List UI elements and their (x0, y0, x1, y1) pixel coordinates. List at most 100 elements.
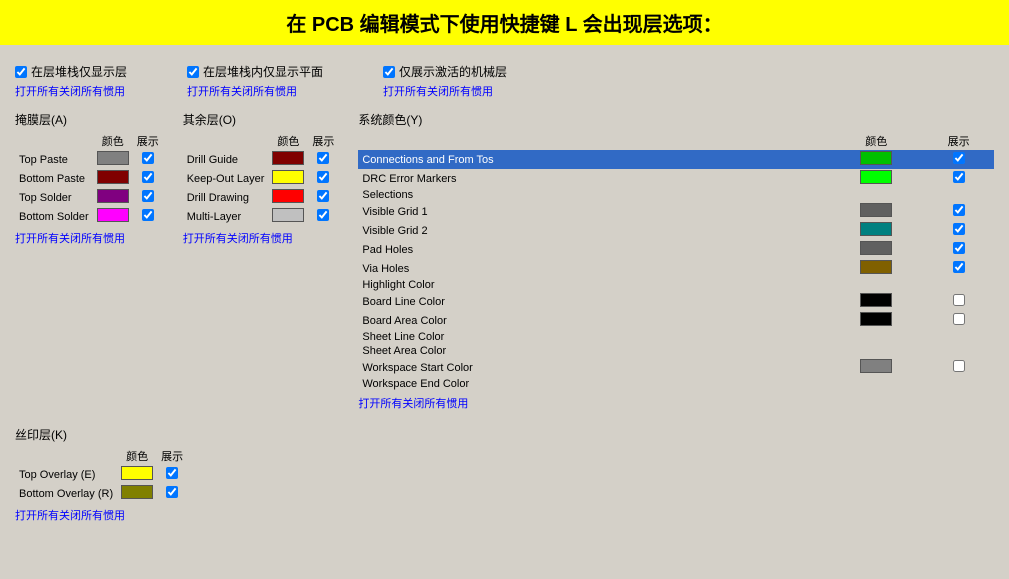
show-checkbox[interactable] (142, 190, 154, 202)
show-checkbox[interactable] (953, 152, 965, 164)
color-cell[interactable] (829, 377, 923, 391)
color-swatch[interactable] (860, 293, 892, 307)
color-cell[interactable] (117, 465, 157, 484)
color-cell[interactable] (268, 207, 308, 226)
table-row[interactable]: Keep-Out Layer (183, 169, 339, 188)
table-row[interactable]: Highlight Color (358, 278, 994, 292)
color-swatch[interactable] (121, 485, 153, 499)
show-checkbox[interactable] (953, 261, 965, 273)
color-swatch[interactable] (860, 359, 892, 373)
color-swatch[interactable] (860, 312, 892, 326)
color-cell[interactable] (268, 188, 308, 207)
show-checkbox-cell[interactable] (308, 150, 338, 169)
show-checkbox-cell[interactable] (923, 259, 994, 278)
show-checkbox-cell[interactable] (923, 202, 994, 221)
color-cell[interactable] (829, 330, 923, 344)
table-row[interactable]: Top Overlay (E) (15, 465, 187, 484)
color-swatch[interactable] (272, 151, 304, 165)
option2-link[interactable]: 打开所有关闭所有惯用 (187, 83, 323, 99)
system-link[interactable]: 打开所有关闭所有惯用 (358, 398, 468, 410)
show-checkbox[interactable] (953, 294, 965, 306)
show-checkbox[interactable] (953, 242, 965, 254)
table-row[interactable]: Bottom Overlay (R) (15, 484, 187, 503)
show-checkbox-cell[interactable] (923, 188, 994, 202)
table-row[interactable]: Board Line Color (358, 292, 994, 311)
color-swatch[interactable] (272, 208, 304, 222)
show-checkbox[interactable] (317, 190, 329, 202)
show-checkbox-cell[interactable] (923, 150, 994, 169)
table-row[interactable]: Sheet Line Color (358, 330, 994, 344)
color-swatch[interactable] (97, 208, 129, 222)
show-checkbox[interactable] (953, 360, 965, 372)
show-checkbox-cell[interactable] (923, 377, 994, 391)
table-row[interactable]: Board Area Color (358, 311, 994, 330)
show-checkbox-cell[interactable] (157, 484, 187, 503)
table-row[interactable]: Bottom Paste (15, 169, 163, 188)
color-swatch[interactable] (860, 222, 892, 236)
show-checkbox-cell[interactable] (923, 221, 994, 240)
option2-checkbox[interactable] (187, 66, 199, 78)
table-row[interactable]: Visible Grid 1 (358, 202, 994, 221)
show-checkbox[interactable] (953, 204, 965, 216)
color-cell[interactable] (268, 169, 308, 188)
table-row[interactable]: Workspace Start Color (358, 358, 994, 377)
color-swatch[interactable] (860, 241, 892, 255)
other-link[interactable]: 打开所有关闭所有惯用 (183, 233, 293, 245)
show-checkbox-cell[interactable] (133, 150, 163, 169)
color-cell[interactable] (829, 259, 923, 278)
show-checkbox-cell[interactable] (923, 358, 994, 377)
color-cell[interactable] (93, 150, 133, 169)
table-row[interactable]: Pad Holes (358, 240, 994, 259)
show-checkbox[interactable] (166, 486, 178, 498)
silkscreen-link[interactable]: 打开所有关闭所有惯用 (15, 510, 125, 522)
show-checkbox[interactable] (953, 171, 965, 183)
color-swatch[interactable] (272, 170, 304, 184)
show-checkbox-cell[interactable] (308, 207, 338, 226)
show-checkbox[interactable] (317, 171, 329, 183)
color-cell[interactable] (829, 202, 923, 221)
color-swatch[interactable] (97, 189, 129, 203)
color-cell[interactable] (829, 344, 923, 358)
color-cell[interactable] (829, 150, 923, 169)
table-row[interactable]: Selections (358, 188, 994, 202)
color-swatch[interactable] (97, 170, 129, 184)
table-row[interactable]: Bottom Solder (15, 207, 163, 226)
show-checkbox[interactable] (142, 152, 154, 164)
show-checkbox-cell[interactable] (308, 169, 338, 188)
table-row[interactable]: Multi-Layer (183, 207, 339, 226)
option3-link[interactable]: 打开所有关闭所有惯用 (383, 83, 507, 99)
show-checkbox-cell[interactable] (923, 330, 994, 344)
show-checkbox-cell[interactable] (923, 278, 994, 292)
table-row[interactable]: Workspace End Color (358, 377, 994, 391)
mask-link[interactable]: 打开所有关闭所有惯用 (15, 233, 125, 245)
option1-checkbox[interactable] (15, 66, 27, 78)
color-cell[interactable] (117, 484, 157, 503)
color-swatch[interactable] (272, 189, 304, 203)
color-swatch[interactable] (860, 203, 892, 217)
color-swatch[interactable] (860, 151, 892, 165)
show-checkbox[interactable] (953, 223, 965, 235)
show-checkbox-cell[interactable] (308, 188, 338, 207)
show-checkbox[interactable] (142, 171, 154, 183)
color-cell[interactable] (829, 278, 923, 292)
show-checkbox[interactable] (317, 152, 329, 164)
color-cell[interactable] (829, 240, 923, 259)
color-cell[interactable] (829, 188, 923, 202)
color-swatch[interactable] (860, 260, 892, 274)
show-checkbox-cell[interactable] (133, 169, 163, 188)
table-row[interactable]: Sheet Area Color (358, 344, 994, 358)
table-row[interactable]: Top Solder (15, 188, 163, 207)
show-checkbox[interactable] (142, 209, 154, 221)
show-checkbox-cell[interactable] (923, 344, 994, 358)
show-checkbox[interactable] (317, 209, 329, 221)
color-cell[interactable] (829, 311, 923, 330)
color-cell[interactable] (829, 221, 923, 240)
show-checkbox[interactable] (166, 467, 178, 479)
table-row[interactable]: Drill Drawing (183, 188, 339, 207)
show-checkbox[interactable] (953, 313, 965, 325)
show-checkbox-cell[interactable] (923, 292, 994, 311)
color-swatch[interactable] (97, 151, 129, 165)
show-checkbox-cell[interactable] (157, 465, 187, 484)
color-cell[interactable] (93, 169, 133, 188)
option1-link[interactable]: 打开所有关闭所有惯用 (15, 83, 127, 99)
